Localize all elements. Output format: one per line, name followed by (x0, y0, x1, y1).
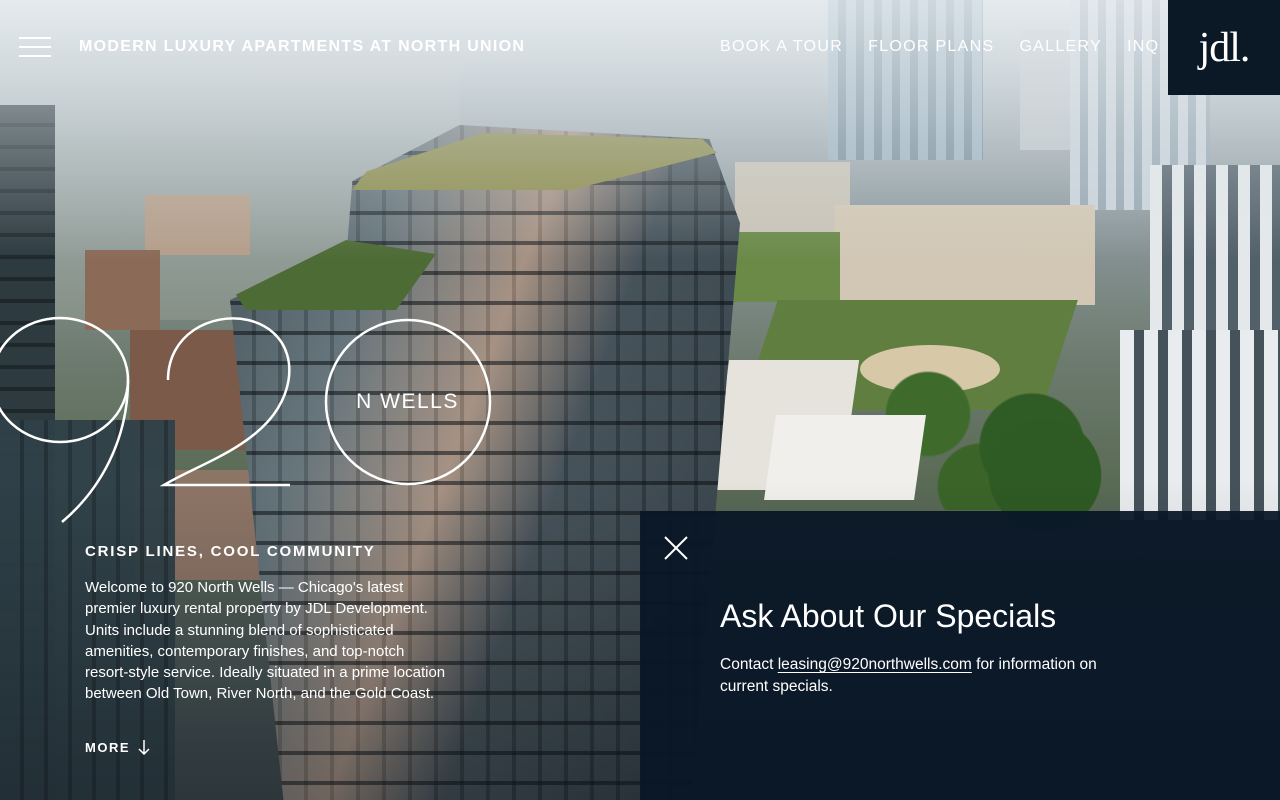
nav-inquire[interactable]: INQ (1127, 38, 1159, 56)
logo-text: jdl. (1198, 24, 1251, 71)
close-icon[interactable] (663, 535, 689, 561)
nav-book-a-tour[interactable]: BOOK A TOUR (720, 38, 843, 56)
tagline: CRISP LINES, COOL COMMUNITY (85, 543, 376, 560)
site-title[interactable]: MODERN LUXURY APARTMENTS AT NORTH UNION (79, 38, 525, 56)
more-label: MORE (85, 739, 130, 755)
jdl-logo[interactable]: jdl. (1168, 0, 1280, 95)
nav-floor-plans[interactable]: FLOOR PLANS (868, 38, 994, 56)
specials-title: Ask About Our Specials (720, 598, 1057, 634)
digit-two (159, 317, 291, 487)
more-button[interactable]: MORE (85, 739, 150, 755)
mark-label: N WELLS (356, 390, 459, 413)
hamburger-menu-icon[interactable] (19, 37, 51, 59)
digit-nine-loop (0, 316, 130, 444)
leasing-email-link[interactable]: leasing@920northwells.com (778, 656, 972, 673)
specials-panel: Ask About Our Specials Contact leasing@9… (640, 511, 1280, 800)
arrow-down-icon (138, 740, 150, 755)
specials-text: Contact leasing@920northwells.com for in… (720, 654, 1140, 698)
intro-paragraph: Welcome to 920 North Wells — Chicago's l… (85, 579, 446, 703)
nav-gallery[interactable]: GALLERY (1019, 38, 1102, 56)
specials-text-before: Contact (720, 656, 778, 673)
920-logo-mark (0, 316, 492, 523)
main-nav: BOOK A TOUR FLOOR PLANS GALLERY INQ (720, 38, 1159, 56)
digit-nine-tail (61, 379, 130, 523)
